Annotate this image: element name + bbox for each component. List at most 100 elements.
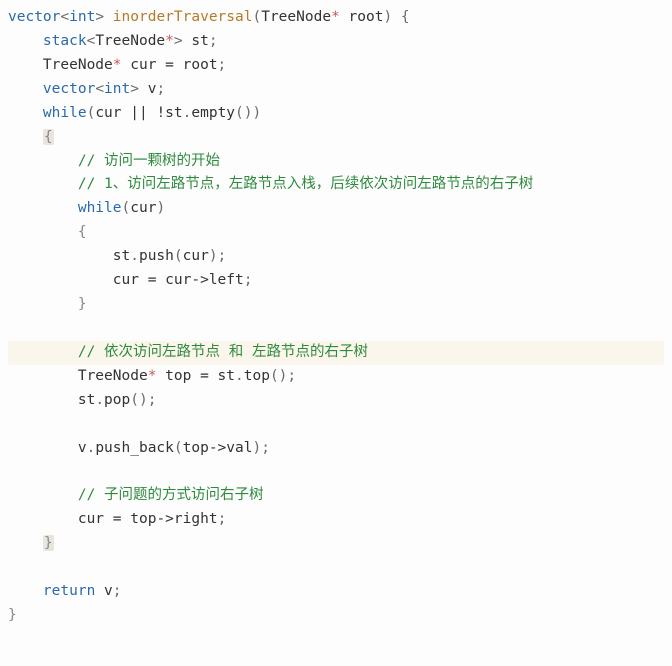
code-line: st.pop(); bbox=[8, 392, 156, 408]
token-op: ! bbox=[156, 105, 165, 121]
token-star: * bbox=[331, 9, 348, 25]
code-line: stack<TreeNode*> st; bbox=[8, 33, 218, 49]
token-punc: ; bbox=[113, 583, 122, 599]
token-class: TreeNode bbox=[78, 368, 148, 384]
code-line: while(cur) bbox=[8, 200, 165, 216]
code-line: cur = cur->left; bbox=[8, 272, 252, 288]
code-line: vector<int> inorderTraversal(TreeNode* r… bbox=[8, 9, 410, 25]
token-ident: pop bbox=[104, 392, 130, 408]
token-punc: ) { bbox=[383, 9, 409, 25]
token-class: TreeNode bbox=[261, 9, 331, 25]
code-line: cur = top->right; bbox=[8, 511, 226, 527]
token-punc: ); bbox=[209, 248, 226, 264]
token-star: * bbox=[113, 57, 130, 73]
token-ident: v bbox=[95, 583, 112, 599]
token-punc: ) bbox=[156, 200, 165, 216]
token-ident: cur bbox=[78, 511, 113, 527]
token-ident: root bbox=[349, 9, 384, 25]
token-punc: ; bbox=[218, 511, 227, 527]
token-key: while bbox=[78, 200, 122, 216]
code-line: { bbox=[8, 129, 54, 145]
token-punc: ( bbox=[122, 200, 131, 216]
token-comment: // 访问一颗树的开始 bbox=[78, 153, 220, 169]
token-op: -> bbox=[156, 511, 173, 527]
token-bracec: } bbox=[43, 535, 54, 551]
token-op: = bbox=[200, 368, 217, 384]
token-punc: . bbox=[95, 392, 104, 408]
token-ident: st bbox=[165, 105, 182, 121]
token-ident: root bbox=[183, 57, 218, 73]
token-ident: top bbox=[130, 511, 156, 527]
token-punc: ; bbox=[244, 272, 253, 288]
token-ident: right bbox=[174, 511, 218, 527]
token-punc: < bbox=[95, 81, 104, 97]
code-block: vector<int> inorderTraversal(TreeNode* r… bbox=[0, 0, 672, 638]
token-braceo: { bbox=[43, 129, 54, 145]
token-punc: ); bbox=[253, 440, 270, 456]
token-op: -> bbox=[209, 440, 226, 456]
token-punc: (); bbox=[270, 368, 296, 384]
token-punc: . bbox=[87, 440, 96, 456]
token-brace: { bbox=[78, 224, 87, 240]
token-ident: cur bbox=[183, 248, 209, 264]
token-punc: ()) bbox=[235, 105, 261, 121]
code-line: } bbox=[8, 607, 17, 623]
token-punc: < bbox=[87, 33, 96, 49]
code-line: v.push_back(top->val); bbox=[8, 440, 270, 456]
token-punc: > bbox=[130, 81, 147, 97]
token-type: vector bbox=[43, 81, 95, 97]
token-type: vector bbox=[8, 9, 60, 25]
token-op: = bbox=[113, 511, 130, 527]
token-type: int bbox=[69, 9, 95, 25]
token-ident: cur bbox=[130, 57, 165, 73]
token-star: * bbox=[148, 368, 165, 384]
token-ident: st bbox=[113, 248, 130, 264]
token-ident: cur bbox=[95, 105, 130, 121]
token-ident: left bbox=[209, 272, 244, 288]
token-punc: (); bbox=[130, 392, 156, 408]
token-class: TreeNode bbox=[43, 57, 113, 73]
token-type: stack bbox=[43, 33, 87, 49]
token-punc: . bbox=[130, 248, 139, 264]
token-op: || bbox=[130, 105, 156, 121]
code-line: // 1、访问左路节点，左路节点入栈，后续依次访问左路节点的右子树 bbox=[8, 176, 533, 192]
token-op: = bbox=[148, 272, 165, 288]
token-punc: > bbox=[95, 9, 112, 25]
token-ident: empty bbox=[191, 105, 235, 121]
token-ident: st bbox=[78, 392, 95, 408]
token-ident: top bbox=[244, 368, 270, 384]
code-line: TreeNode* cur = root; bbox=[8, 57, 226, 73]
token-punc: ( bbox=[174, 440, 183, 456]
token-punc: . bbox=[235, 368, 244, 384]
code-line: // 访问一颗树的开始 bbox=[8, 153, 220, 169]
token-key: return bbox=[43, 583, 95, 599]
token-punc: > bbox=[174, 33, 191, 49]
token-punc: ( bbox=[252, 9, 261, 25]
token-brace: } bbox=[8, 607, 17, 623]
token-ident: val bbox=[226, 440, 252, 456]
token-punc: ( bbox=[87, 105, 96, 121]
code-line: } bbox=[8, 296, 87, 312]
token-ident: top bbox=[183, 440, 209, 456]
token-type: int bbox=[104, 81, 130, 97]
code-line: } bbox=[8, 535, 54, 551]
code-line: // 依次访问左路节点 和 左路节点的右子树 bbox=[8, 341, 664, 365]
code-line: // 子问题的方式访问右子树 bbox=[8, 487, 264, 503]
token-comment: // 1、访问左路节点，左路节点入栈，后续依次访问左路节点的右子树 bbox=[78, 176, 533, 192]
token-func: inorderTraversal bbox=[113, 9, 253, 25]
code-line: vector<int> v; bbox=[8, 81, 165, 97]
token-comment: // 依次访问左路节点 和 左路节点的右子树 bbox=[78, 344, 368, 360]
token-ident: push bbox=[139, 248, 174, 264]
token-op: -> bbox=[191, 272, 208, 288]
token-ident: cur bbox=[113, 272, 148, 288]
token-brace: } bbox=[78, 296, 87, 312]
code-line: { bbox=[8, 224, 87, 240]
token-ident: v bbox=[78, 440, 87, 456]
token-ident: push_back bbox=[95, 440, 174, 456]
token-star: * bbox=[165, 33, 174, 49]
token-op: = bbox=[165, 57, 182, 73]
token-punc: ; bbox=[218, 57, 227, 73]
token-ident: st bbox=[218, 368, 235, 384]
token-ident: cur bbox=[165, 272, 191, 288]
token-key: while bbox=[43, 105, 87, 121]
